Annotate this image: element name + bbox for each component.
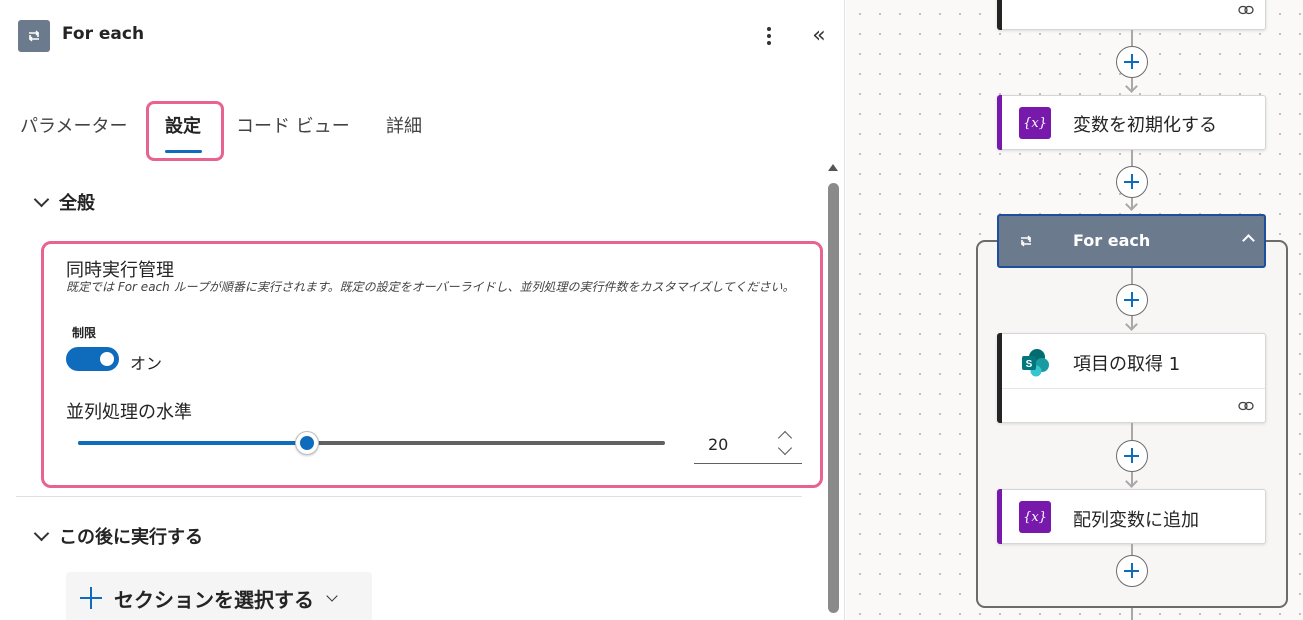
concurrency-title: 同時実行管理: [66, 260, 174, 281]
card-accent-bar: [997, 333, 1002, 423]
tab-parameters[interactable]: パラメーター: [20, 112, 127, 138]
toggle-knob: [100, 352, 114, 366]
node-label: 配列変数に追加: [1073, 510, 1199, 531]
slider-thumb[interactable]: [294, 431, 319, 455]
chevron-up-icon[interactable]: [1242, 234, 1255, 247]
parallelism-spin-input[interactable]: 20: [694, 428, 802, 464]
chevron-down-icon[interactable]: [777, 440, 793, 456]
limit-toggle[interactable]: [66, 347, 119, 371]
node-foreach[interactable]: For each: [997, 214, 1266, 268]
node-label: 項目の取得 1: [1073, 354, 1181, 375]
card-accent-bar: [997, 489, 1002, 544]
select-section-label: セクションを選択する: [114, 587, 314, 612]
parallelism-value[interactable]: 20: [708, 435, 728, 454]
more-options-icon[interactable]: [756, 22, 782, 50]
section-general-title: 全般: [59, 193, 95, 214]
tab-details[interactable]: 詳細: [386, 112, 422, 138]
svg-text:S: S: [1026, 359, 1033, 370]
loop-icon: [18, 20, 50, 52]
properties-panel: For each « パラメーター 設定 コード ビュー 詳細 全般 同時実行管…: [0, 0, 845, 620]
add-action-button[interactable]: [1116, 440, 1148, 472]
connector-arrowhead: [1125, 80, 1138, 93]
card-accent-bar: [997, 0, 1002, 30]
connector-line: [1131, 608, 1133, 620]
chevron-down-icon: [33, 525, 50, 541]
card-divider: [1002, 388, 1265, 389]
concurrency-description: 既定では For each ループが順番に実行されます。既定の設定をオーバーライ…: [66, 280, 795, 294]
node-label: 変数を初期化する: [1073, 115, 1217, 136]
node-get-items[interactable]: S 項目の取得 1: [997, 333, 1266, 423]
card-accent-bar: [997, 95, 1002, 150]
section-general-header[interactable]: 全般: [32, 189, 95, 215]
add-action-button[interactable]: [1116, 284, 1148, 316]
chevron-down-icon: [33, 191, 50, 207]
flow-canvas[interactable]: {x} 変数を初期化する For each S 項目の取得 1 {x} 配列変数…: [846, 0, 1303, 620]
tab-code-view[interactable]: コード ビュー: [236, 112, 350, 138]
parallelism-label: 並列処理の水準: [66, 402, 192, 423]
scrollbar-thumb[interactable]: [828, 183, 839, 613]
plus-icon: [80, 587, 102, 609]
add-action-button[interactable]: [1116, 555, 1148, 587]
add-action-button[interactable]: [1116, 166, 1148, 198]
collapse-panel-icon[interactable]: «: [805, 22, 833, 50]
scroll-up-arrow-icon[interactable]: [828, 164, 838, 171]
node-initialize-variable[interactable]: {x} 変数を初期化する: [997, 95, 1266, 150]
slider-fill: [78, 441, 307, 445]
connector-arrowhead: [1125, 198, 1138, 211]
parallelism-slider[interactable]: [78, 431, 665, 455]
panel-title: For each: [62, 24, 145, 44]
section-divider: [16, 496, 802, 497]
add-action-button[interactable]: [1116, 46, 1148, 78]
link-icon: [1238, 5, 1254, 15]
section-run-after-header[interactable]: この後に実行する: [32, 523, 203, 549]
loop-icon: [1021, 235, 1031, 247]
section-run-after-title: この後に実行する: [59, 527, 203, 548]
link-icon: [1238, 401, 1254, 411]
chevron-down-icon: [326, 590, 338, 602]
highlight-frame-tab: [146, 101, 224, 161]
select-section-button[interactable]: セクションを選択する: [66, 572, 372, 620]
sharepoint-icon: S: [1022, 349, 1049, 377]
toggle-state-label: オン: [130, 354, 163, 373]
node-append-array[interactable]: {x} 配列変数に追加: [997, 489, 1266, 544]
previous-action-card[interactable]: [997, 0, 1266, 30]
limit-label: 制限: [72, 326, 97, 340]
node-label: For each: [1073, 231, 1151, 250]
variable-icon: {x}: [1019, 107, 1051, 139]
variable-icon: {x}: [1019, 501, 1051, 533]
